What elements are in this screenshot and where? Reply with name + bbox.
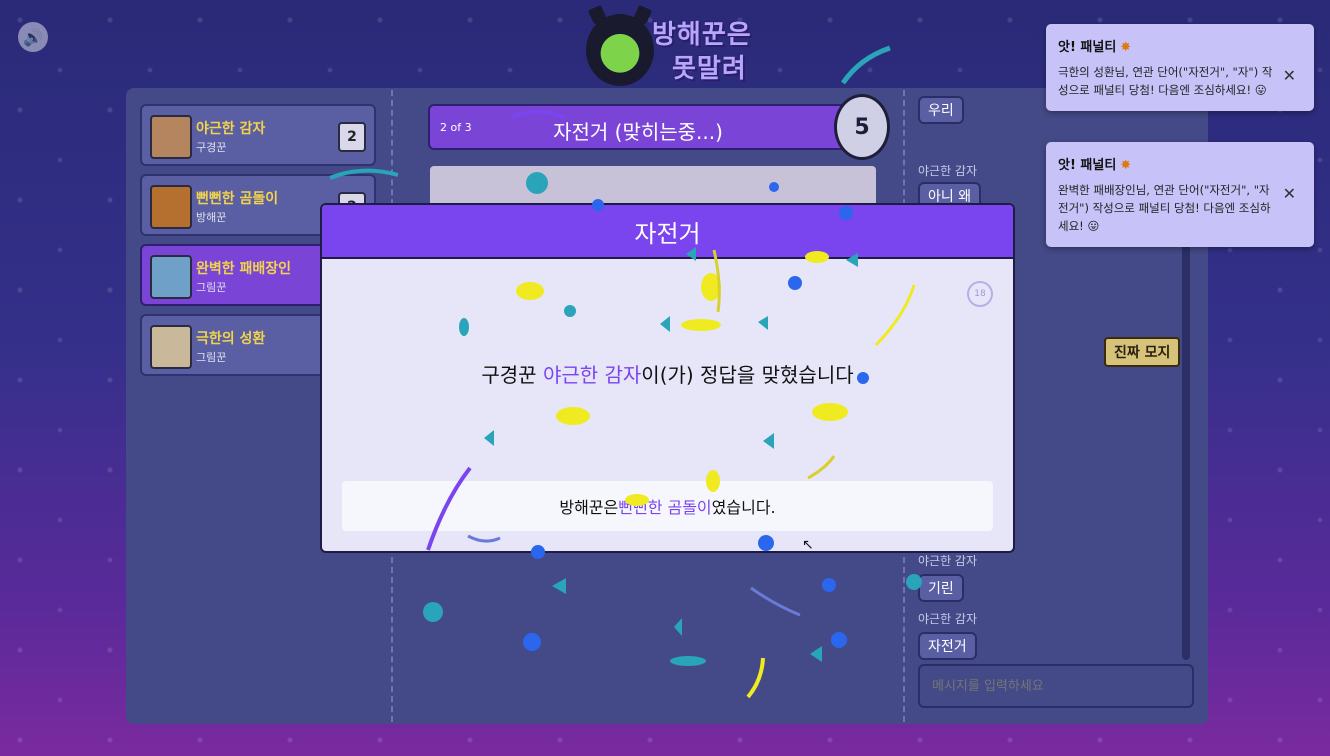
player-role: 방해꾼 <box>196 211 227 224</box>
timer-value: 5 <box>854 114 870 140</box>
chat-user: 야근한 감자 <box>918 164 978 178</box>
spoiler-suffix: 였습니다. <box>711 498 776 517</box>
chat-message: 기린 <box>918 574 964 602</box>
avatar <box>150 325 192 369</box>
mouse-cursor-icon: ↖ <box>802 537 814 553</box>
penalty-toast: 앗! 패널티 ✸ 극한의 성환님, 연관 단어("자전거", "자") 작성으로 … <box>1046 24 1314 111</box>
spoiler-name: 뻔뻔한 곰돌이 <box>618 498 712 517</box>
spoiler-prefix: 방해꾼은 <box>559 498 619 517</box>
result-name: 야근한 감자 <box>542 363 642 387</box>
logo-line1: 방해꾼은 <box>652 20 752 50</box>
explosion-icon: ✸ <box>1120 40 1132 55</box>
player-role: 그림꾼 <box>196 351 227 364</box>
toast-title: 앗! 패널티 <box>1058 158 1117 173</box>
explosion-icon: ✸ <box>1120 158 1132 173</box>
player-card[interactable]: 야근한 감자 구경꾼 2 <box>140 104 376 166</box>
mascot-icon <box>586 14 654 86</box>
penalty-toast: 앗! 패널티 ✸ 완벽한 패배장인님, 연관 단어("자전거", "자전거") 작… <box>1046 142 1314 247</box>
toast-body: 완벽한 패배장인님, 연관 단어("자전거", "자전거") 작성으로 패널티 … <box>1058 183 1271 233</box>
sound-toggle-icon[interactable]: 🔊 <box>18 22 48 52</box>
modal-title: 자전거 <box>322 205 1013 259</box>
result-text: 구경꾼 야근한 감자이(가) 정답을 맞혔습니다 <box>322 359 1013 388</box>
player-name: 완벽한 패배장인 <box>196 261 292 277</box>
toast-body: 극한의 성환님, 연관 단어("자전거", "자") 작성으로 패널티 당첨! … <box>1058 65 1273 97</box>
avatar <box>150 115 192 159</box>
toast-title: 앗! 패널티 <box>1058 40 1117 55</box>
result-suffix: 이(가) 정답을 맞혔습니다 <box>641 363 854 387</box>
chat-message: 자전거 <box>918 632 977 660</box>
result-prefix: 구경꾼 <box>481 363 543 387</box>
drawing-canvas[interactable] <box>430 166 876 206</box>
chat-message: 우리 <box>918 96 964 124</box>
current-word: 자전거 (맞히는중...) <box>553 120 723 144</box>
spoiler-reveal: 방해꾼은 뻔뻔한 곰돌이 였습니다. <box>342 481 993 531</box>
avatar <box>150 255 192 299</box>
player-role: 그림꾼 <box>196 281 227 294</box>
chat-user: 야근한 감자 <box>918 612 978 626</box>
game-logo: 방해꾼은 못말려 <box>586 12 756 86</box>
chat-user: 야근한 감자 <box>918 554 978 568</box>
word-bar: 2 of 3 자전거 (맞히는중...) <box>428 104 848 150</box>
close-icon[interactable]: ✕ <box>1283 184 1296 203</box>
close-icon[interactable]: ✕ <box>1283 66 1296 85</box>
avatar <box>150 185 192 229</box>
player-score: 2 <box>338 122 366 152</box>
answer-modal: 자전거 18 구경꾼 야근한 감자이(가) 정답을 맞혔습니다 방해꾼은 뻔뻔한… <box>320 203 1015 553</box>
chat-scrollbar[interactable] <box>1182 240 1190 660</box>
emote-button[interactable]: 진짜 모지 <box>1104 337 1181 367</box>
logo-line2: 못말려 <box>672 54 747 84</box>
modal-countdown: 18 <box>967 281 993 307</box>
chat-input[interactable] <box>918 664 1194 708</box>
player-name: 야근한 감자 <box>196 121 266 137</box>
player-role: 구경꾼 <box>196 141 227 154</box>
player-name: 극한의 성환 <box>196 331 266 347</box>
timer-icon: 5 <box>834 94 890 160</box>
player-name: 뻔뻔한 곰돌이 <box>196 191 279 207</box>
